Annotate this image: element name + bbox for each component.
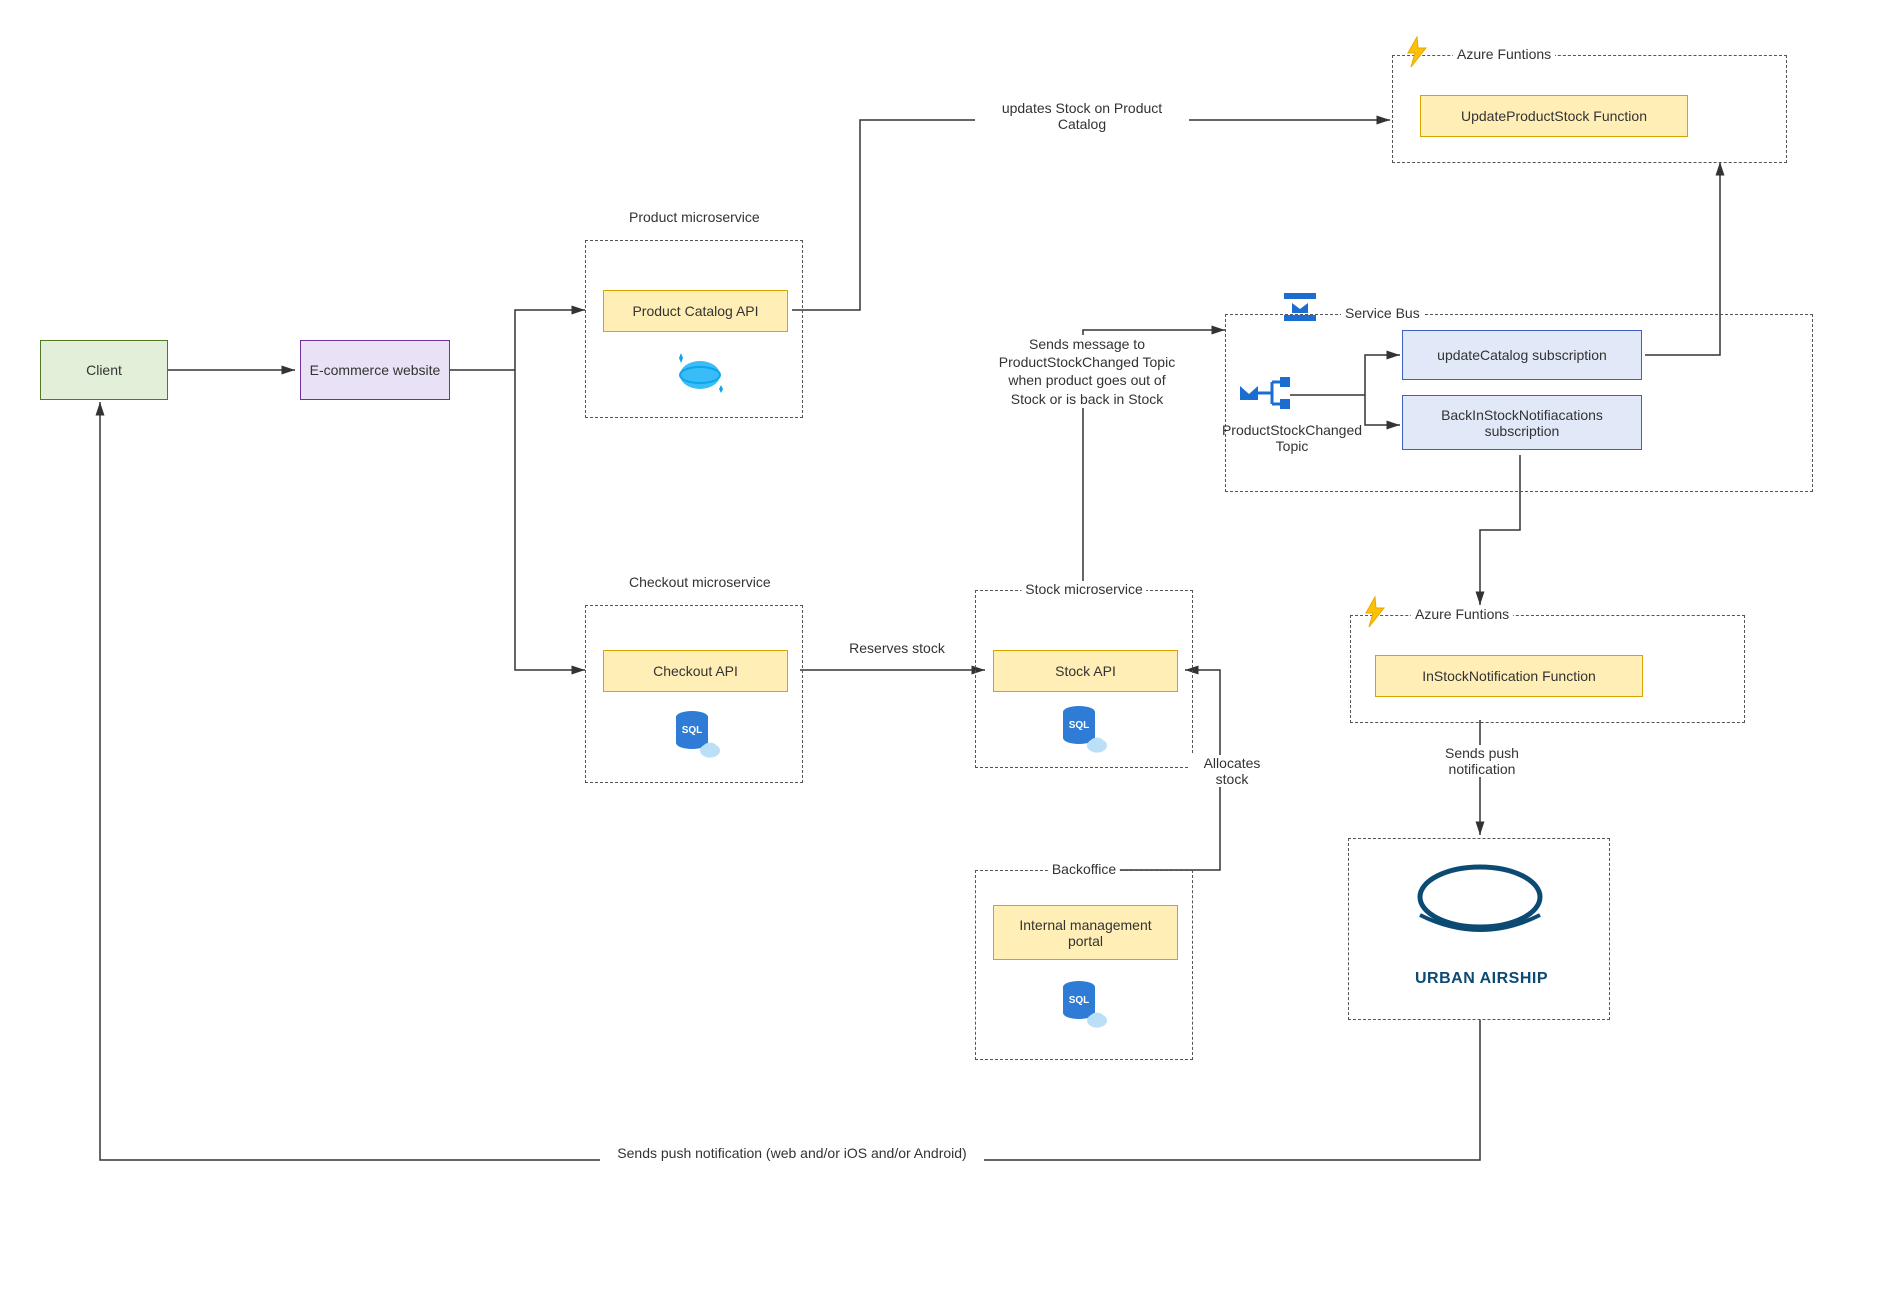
reserves-stock-label: Reserves stock bbox=[845, 640, 949, 656]
instock-notification-fn-label: InStockNotification Function bbox=[1422, 668, 1596, 684]
back-in-stock-sub-label: BackInStockNotifiacations subscription bbox=[1411, 407, 1633, 439]
azure-functions-icon-2 bbox=[1358, 595, 1392, 632]
sql-icon-backoffice: SQL bbox=[1057, 975, 1112, 1033]
client-label: Client bbox=[86, 362, 122, 378]
cosmosdb-icon bbox=[670, 345, 730, 403]
sql-icon-stock: SQL bbox=[1057, 700, 1112, 758]
instock-notification-fn-node: InStockNotification Function bbox=[1375, 655, 1643, 697]
ecommerce-label: E-commerce website bbox=[310, 362, 441, 378]
svg-text:SQL: SQL bbox=[1069, 720, 1090, 731]
urban-airship-icon bbox=[1400, 855, 1560, 968]
updates-stock-label: updates Stock on Product Catalog bbox=[975, 100, 1189, 132]
update-catalog-sub-node: updateCatalog subscription bbox=[1402, 330, 1642, 380]
back-in-stock-sub-node: BackInStockNotifiacations subscription bbox=[1402, 395, 1642, 450]
azure-fn1-label: Azure Funtions bbox=[1453, 46, 1555, 62]
stock-api-node: Stock API bbox=[993, 650, 1178, 692]
checkout-group-label: Checkout microservice bbox=[625, 574, 763, 590]
update-catalog-sub-label: updateCatalog subscription bbox=[1437, 347, 1607, 363]
azure-functions-icon-1 bbox=[1400, 35, 1434, 72]
backoffice-group-label: Backoffice bbox=[1048, 861, 1120, 877]
update-product-stock-fn-node: UpdateProductStock Function bbox=[1420, 95, 1688, 137]
internal-portal-label: Internal management portal bbox=[1002, 917, 1169, 949]
svg-text:SQL: SQL bbox=[682, 725, 703, 736]
urban-airship-label: URBAN AIRSHIP bbox=[1415, 970, 1548, 988]
checkout-api-node: Checkout API bbox=[603, 650, 788, 692]
product-group-label: Product microservice bbox=[625, 209, 763, 225]
svg-text:SQL: SQL bbox=[1069, 995, 1090, 1006]
ecommerce-node: E-commerce website bbox=[300, 340, 450, 400]
allocates-stock-label: Allocates stock bbox=[1190, 755, 1274, 787]
client-node: Client bbox=[40, 340, 168, 400]
sends-push-label: Sends push notification bbox=[1420, 745, 1544, 777]
update-product-stock-fn-label: UpdateProductStock Function bbox=[1461, 108, 1647, 124]
topic-label: ProductStockChanged Topic bbox=[1215, 422, 1369, 454]
azure-fn2-label: Azure Funtions bbox=[1411, 606, 1513, 622]
product-catalog-api-node: Product Catalog API bbox=[603, 290, 788, 332]
sends-message-label: Sends message to ProductStockChanged Top… bbox=[990, 335, 1184, 408]
sends-push-web-label: Sends push notification (web and/or iOS … bbox=[600, 1145, 984, 1161]
sql-icon-checkout: SQL bbox=[670, 705, 725, 763]
servicebus-icon bbox=[1280, 289, 1320, 328]
stock-api-label: Stock API bbox=[1055, 663, 1116, 679]
product-catalog-api-label: Product Catalog API bbox=[632, 303, 758, 319]
internal-portal-node: Internal management portal bbox=[993, 905, 1178, 960]
topic-icon bbox=[1238, 370, 1290, 421]
stock-group-label: Stock microservice bbox=[1021, 581, 1146, 597]
checkout-api-label: Checkout API bbox=[653, 663, 738, 679]
service-bus-group-label: Service Bus bbox=[1341, 305, 1424, 321]
